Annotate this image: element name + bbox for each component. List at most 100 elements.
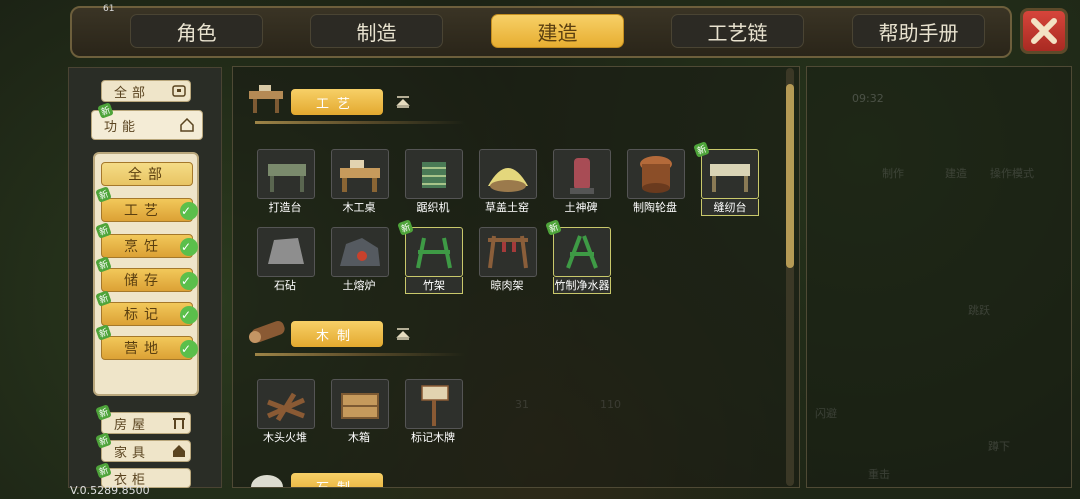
category-house-button[interactable]: 房屋	[101, 412, 191, 434]
version-label: V.0.5289.8500	[70, 484, 150, 497]
item-label: 土熔炉	[342, 279, 376, 292]
check-icon: ✓	[180, 238, 198, 256]
build-item-stone-anvil[interactable]: 石砧	[253, 227, 317, 292]
build-item-marker-sign[interactable]: 标记木牌	[401, 379, 465, 444]
check-icon: ✓	[180, 202, 198, 220]
kiln-icon	[488, 168, 528, 192]
collapse-icon[interactable]	[395, 95, 411, 109]
list-scroll-thumb[interactable]	[786, 84, 794, 268]
build-item-forge-table[interactable]: 打造台	[253, 149, 317, 214]
subcategory-label: 储存	[124, 273, 164, 289]
category-function-label: 功能	[104, 119, 141, 135]
pottery-wheel-icon	[640, 156, 672, 193]
item-tile	[553, 149, 611, 199]
item-label: 打造台	[268, 201, 302, 214]
collapse-icon[interactable]	[395, 327, 411, 341]
section-divider	[255, 353, 465, 356]
sewing-table-icon	[710, 164, 750, 192]
category-sidebar: 全部 功能 新 全部 工艺 ✓ 烹饪 ✓ 储存 ✓ 标记 ✓ 营地 ✓ 新 新 …	[68, 67, 222, 488]
item-tile	[331, 227, 389, 277]
tab-building[interactable]: 建造	[491, 14, 624, 48]
subcategory-marker[interactable]: 标记 ✓	[101, 302, 198, 326]
item-label: 土神碑	[564, 201, 598, 214]
section-title-wood: 木制	[291, 321, 383, 347]
tab-help-manual[interactable]: 帮助手册	[852, 14, 985, 48]
build-item-thatched-kiln[interactable]: 草盖土窑	[475, 149, 539, 214]
item-tile	[257, 227, 315, 277]
item-label: 木头火堆	[263, 431, 307, 444]
build-item-earth-monument[interactable]: 土神碑	[549, 149, 613, 214]
tab-craft-chain[interactable]: 工艺链	[671, 14, 804, 48]
subcategory-box: 全部 工艺 ✓ 烹饪 ✓ 储存 ✓ 标记 ✓ 营地 ✓	[93, 152, 199, 396]
item-label: 标记木牌	[411, 431, 455, 444]
check-icon: ✓	[180, 306, 198, 324]
workbench-icon	[249, 85, 283, 113]
item-tile	[405, 227, 463, 277]
item-label: 晾肉架	[490, 279, 524, 292]
item-label: 缝纫台	[701, 199, 759, 216]
build-item-sewing-table[interactable]: 缝纫台 新	[693, 141, 761, 216]
item-label: 竹架	[405, 277, 463, 294]
build-item-bamboo-water-purifier[interactable]: 竹制净水器 新	[545, 219, 613, 294]
build-item-wood-box[interactable]: 木箱	[327, 379, 391, 444]
signpost-icon	[421, 385, 449, 426]
subcategory-label: 工艺	[124, 203, 164, 219]
earth-furnace-icon	[340, 238, 380, 266]
build-item-loom[interactable]: 踞织机	[401, 149, 465, 214]
subcategory-craft[interactable]: 工艺 ✓	[101, 198, 198, 222]
section-title-stone: 石制	[291, 473, 383, 487]
item-tile	[701, 149, 759, 199]
item-label: 石砧	[274, 279, 296, 292]
item-tile	[257, 379, 315, 429]
close-icon	[1031, 18, 1057, 44]
build-item-pottery-wheel[interactable]: 制陶轮盘	[623, 149, 687, 214]
stone-icon	[251, 475, 283, 487]
item-label: 踞织机	[416, 201, 450, 214]
build-item-carpentry-table[interactable]: 木工桌	[327, 149, 391, 214]
fps-counter: 61	[103, 4, 115, 14]
wood-box-icon	[341, 393, 379, 419]
house-icon	[173, 445, 185, 457]
subcategory-label: 标记	[124, 307, 164, 323]
item-tile	[331, 379, 389, 429]
loom-icon	[422, 162, 446, 188]
table-icon	[173, 418, 185, 429]
category-all-label: 全部	[114, 85, 151, 101]
section-divider	[255, 121, 465, 124]
category-all-button[interactable]: 全部	[101, 80, 191, 102]
subcategory-all-button[interactable]: 全部	[101, 162, 193, 186]
stone-anvil-icon	[268, 238, 304, 264]
detail-panel	[806, 66, 1072, 488]
section-title-craft: 工艺	[291, 89, 383, 115]
item-label: 木工桌	[342, 201, 376, 214]
check-icon: ✓	[180, 340, 198, 358]
item-tile	[405, 149, 463, 199]
tab-character[interactable]: 角色	[130, 14, 263, 48]
item-tile	[257, 149, 315, 199]
item-label: 竹制净水器	[553, 277, 611, 294]
item-tile	[479, 227, 537, 277]
build-item-bamboo-rack[interactable]: 竹架 新	[397, 219, 465, 294]
campfire-icon	[266, 392, 306, 422]
build-item-wood-campfire[interactable]: 木头火堆	[253, 379, 317, 444]
item-label: 木箱	[348, 431, 370, 444]
building-list-panel[interactable]: 工艺 打造台 木工桌 踞织机 草盖土窑 土神碑 制陶轮盘 缝纫台 新 石砧 土熔…	[232, 66, 800, 488]
build-item-earth-furnace[interactable]: 土熔炉	[327, 227, 391, 292]
item-tile	[479, 149, 537, 199]
tab-crafting[interactable]: 制造	[310, 14, 443, 48]
subcategory-all-label: 全部	[128, 167, 168, 183]
subcategory-label: 营地	[124, 341, 164, 357]
item-tile	[627, 149, 685, 199]
subcategory-camp[interactable]: 营地 ✓	[101, 336, 198, 360]
item-label: 草盖土窑	[485, 201, 529, 214]
subcategory-cooking[interactable]: 烹饪 ✓	[101, 234, 198, 258]
subcategory-label: 烹饪	[124, 239, 164, 255]
category-furniture-button[interactable]: 家具	[101, 440, 191, 462]
monument-icon	[570, 158, 594, 194]
close-button[interactable]	[1020, 8, 1068, 54]
carpentry-table-icon	[340, 160, 380, 192]
bamboo-rack-icon	[416, 237, 452, 269]
build-item-meat-drying-rack[interactable]: 晾肉架	[475, 227, 539, 292]
drying-rack-icon	[488, 235, 528, 269]
subcategory-storage[interactable]: 储存 ✓	[101, 268, 198, 292]
